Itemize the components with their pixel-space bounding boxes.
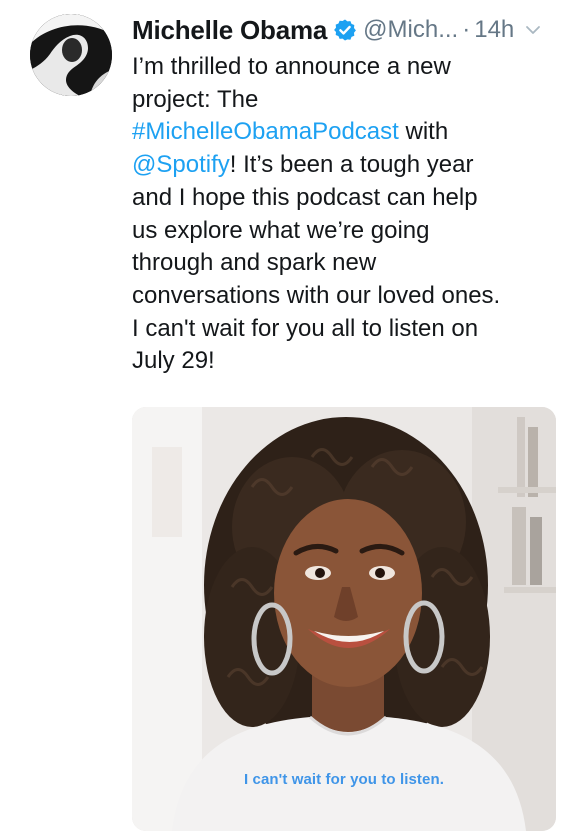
chevron-down-icon[interactable] — [524, 21, 542, 39]
tweet-line: July 29! — [132, 345, 572, 378]
tweet-line: conversations with our loved ones. — [132, 280, 572, 313]
tweet-text-segment: I’m thrilled to announce a new — [132, 53, 451, 80]
tweet-line: I can't wait for you all to listen on — [132, 313, 572, 346]
tweet-text-segment: us explore what we’re going — [132, 216, 430, 244]
profile-photo-icon — [30, 14, 112, 96]
display-name[interactable]: Michelle Obama — [132, 15, 327, 46]
tweet-text-segment: with — [398, 118, 449, 146]
tweet-text-segment: through and spark new — [132, 249, 377, 277]
tweet-text-segment: and I hope this podcast can help — [132, 183, 478, 211]
tweet-line: and I hope this podcast can help — [132, 182, 572, 215]
tweet-line: project: The — [132, 84, 572, 117]
author-handle[interactable]: @Mich... — [363, 16, 458, 44]
tweet-text-segment: conversations with our loved ones. — [132, 281, 501, 309]
hashtag-link[interactable]: #MichelleObamaPodcast — [132, 118, 399, 145]
tweet-media-video[interactable]: I can't wait for you to listen. — [132, 407, 556, 831]
tweet-text-segment: July 29! — [132, 347, 215, 375]
tweet-line: #MichelleObamaPodcast with — [132, 116, 572, 149]
mention-link[interactable]: @Spotify — [132, 151, 230, 178]
header-separator: · — [462, 16, 471, 43]
tweet-line: @Spotify! It’s been a tough year — [132, 149, 572, 182]
tweet-text-segment: project: The — [132, 85, 259, 113]
tweet-line: us explore what we’re going — [132, 215, 572, 248]
tweet-line: through and spark new — [132, 247, 572, 280]
verified-badge-icon — [334, 19, 357, 41]
tweet-text-segment: I can't wait for you all to listen on — [132, 314, 479, 342]
tweet-text: I’m thrilled to announce a new project: … — [132, 51, 572, 378]
tweet-text-segment: ! It’s been a tough year — [229, 151, 474, 179]
avatar[interactable] — [30, 14, 112, 96]
video-thumbnail-image — [132, 407, 556, 831]
timestamp[interactable]: 14h — [474, 16, 514, 44]
tweet-line: I’m thrilled to announce a new — [132, 51, 572, 84]
video-caption: I can't wait for you to listen. — [243, 771, 445, 788]
tweet-header: Michelle Obama @Mich... · 14h — [132, 12, 572, 48]
